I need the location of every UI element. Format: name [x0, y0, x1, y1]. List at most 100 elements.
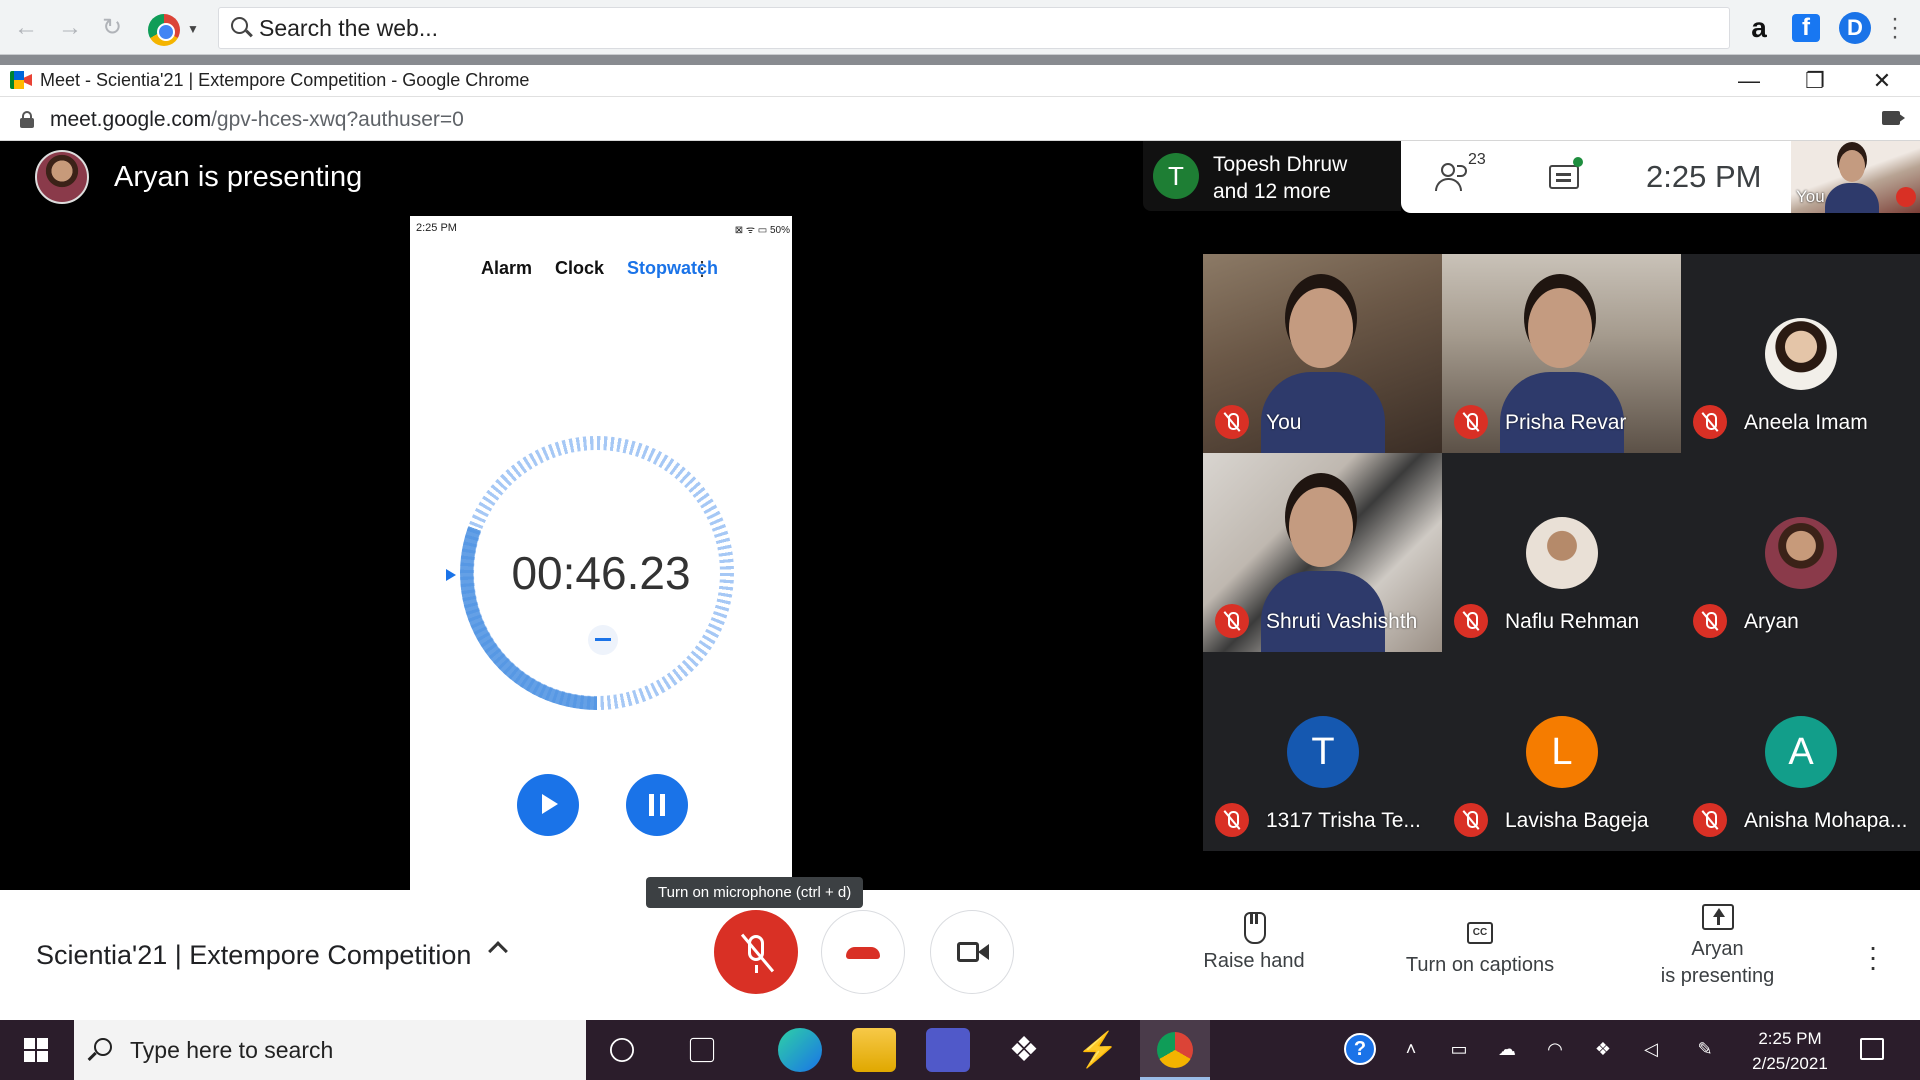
- participant-tile[interactable]: T 1317 Trisha Te...: [1203, 652, 1442, 851]
- microphone-toggle-button[interactable]: [714, 910, 798, 994]
- notifications-icon[interactable]: [1860, 1038, 1884, 1060]
- pen-icon[interactable]: ✎: [1693, 1038, 1717, 1060]
- avatar: A: [1765, 716, 1837, 788]
- participant-name: Shruti Vashishth: [1266, 610, 1418, 633]
- self-preview-label: You: [1796, 187, 1825, 206]
- participant-name: Lavisha Bageja: [1505, 809, 1649, 832]
- taskbar-clock[interactable]: 2:25 PM 2/25/2021: [1740, 1026, 1840, 1076]
- minimize-button[interactable]: —: [1729, 67, 1769, 95]
- participants-chip-line2: and 12 more: [1213, 180, 1331, 203]
- camera-icon: [957, 942, 979, 962]
- chrome-logo-icon[interactable]: [148, 14, 180, 46]
- profile-extension-icon[interactable]: D: [1839, 12, 1871, 44]
- reload-icon[interactable]: ↻: [98, 14, 126, 42]
- google-meet-favicon-icon: [10, 71, 32, 89]
- taskbar-date: 2/25/2021: [1752, 1054, 1828, 1073]
- participant-tile[interactable]: You: [1203, 254, 1442, 453]
- pause-button: [626, 774, 688, 836]
- meet-stage: Aryan is presenting T Topesh Dhruw and 1…: [0, 141, 1920, 892]
- captions-label: Turn on captions: [1405, 954, 1555, 976]
- url-text[interactable]: meet.google.com/gpv-hces-xwq?authuser=0: [50, 108, 464, 132]
- presenting-button[interactable]: Aryan is presenting: [1640, 904, 1795, 990]
- shared-screen: 2:25 PM ⊠ ᯤ ▭ 50% Alarm Clock Stopwatch …: [410, 216, 792, 892]
- participants-grid: You Prisha Revar Aneela Imam Shruti Vashish…: [1203, 254, 1920, 851]
- more-options-button[interactable]: · · ·: [1868, 933, 1878, 981]
- mic-off-icon: [1215, 803, 1249, 837]
- participants-chip-text: Topesh Dhruw and 12 more: [1213, 151, 1347, 205]
- volume-icon[interactable]: ◁: [1639, 1038, 1663, 1060]
- participant-tile[interactable]: Aryan: [1681, 453, 1920, 652]
- help-icon[interactable]: ?: [1344, 1033, 1376, 1065]
- participant-tile[interactable]: Aneela Imam: [1681, 254, 1920, 453]
- presenting-label-line2: is presenting: [1660, 965, 1775, 987]
- participant-name: Aneela Imam: [1744, 411, 1868, 434]
- participant-tile[interactable]: L Lavisha Bageja: [1442, 652, 1681, 851]
- mic-tooltip: Turn on microphone (ctrl + d): [646, 877, 864, 908]
- mic-off-icon: [1215, 405, 1249, 439]
- presenting-label-line1: Aryan: [1691, 938, 1744, 960]
- maximize-button[interactable]: ❐: [1795, 67, 1835, 95]
- facebook-extension-icon[interactable]: f: [1792, 14, 1820, 42]
- teams-icon[interactable]: [926, 1028, 970, 1072]
- captions-button[interactable]: CC Turn on captions: [1390, 910, 1570, 979]
- address-bar[interactable]: meet.google.com/gpv-hces-xwq?authuser=0: [0, 97, 1920, 141]
- mic-off-icon: [1693, 803, 1727, 837]
- avatar: [1765, 318, 1837, 390]
- url-path: /gpv-hces-xwq?authuser=0: [211, 108, 464, 131]
- camera-in-use-icon[interactable]: [1882, 111, 1905, 125]
- task-view-icon[interactable]: [689, 1037, 715, 1063]
- presenter-label: Aryan is presenting: [114, 161, 363, 193]
- participants-chip-line1: Topesh Dhruw: [1213, 153, 1348, 176]
- participants-chip[interactable]: T Topesh Dhruw and 12 more: [1143, 141, 1401, 211]
- participant-name: Anisha Mohapa...: [1744, 809, 1908, 832]
- chrome-taskbar-button[interactable]: [1140, 1020, 1210, 1080]
- mic-off-icon: [1693, 604, 1727, 638]
- participant-face: [1289, 487, 1353, 567]
- dropbox-tray-icon[interactable]: ❖: [1591, 1038, 1615, 1060]
- flag-button: [517, 774, 579, 836]
- mic-stem: [755, 965, 758, 973]
- chevron-up-icon[interactable]: ˄: [1399, 1038, 1423, 1060]
- web-search-box[interactable]: [218, 7, 1730, 49]
- taskbar-search[interactable]: [74, 1020, 586, 1080]
- forward-icon[interactable]: →: [56, 14, 84, 42]
- file-explorer-icon[interactable]: [852, 1028, 896, 1072]
- participant-tile[interactable]: A Anisha Mohapa...: [1681, 652, 1920, 851]
- camera-toggle-button[interactable]: [930, 910, 1014, 994]
- participant-tile[interactable]: Naflu Rehman: [1442, 453, 1681, 652]
- tab-clock: Clock: [555, 258, 605, 278]
- chevron-up-icon[interactable]: [488, 941, 508, 961]
- wifi-icon[interactable]: ◠: [1543, 1038, 1567, 1060]
- stopwatch-time: 00:46.23: [511, 547, 691, 599]
- meet-clock: 2:25 PM: [1646, 159, 1762, 194]
- taskbar-search-input[interactable]: [130, 1034, 550, 1066]
- lock-icon[interactable]: [20, 111, 34, 128]
- web-search-input[interactable]: [259, 12, 1659, 44]
- participant-tile[interactable]: Prisha Revar: [1442, 254, 1681, 453]
- start-button[interactable]: [0, 1020, 70, 1080]
- dropbox-icon[interactable]: ❖: [1002, 1028, 1046, 1072]
- avatar: T: [1287, 716, 1359, 788]
- vscode-icon[interactable]: ⚡: [1076, 1028, 1120, 1072]
- meeting-title[interactable]: Scientia'21 | Extempore Competition: [36, 940, 471, 971]
- participant-name: Prisha Revar: [1505, 411, 1627, 434]
- browser-toolbar: ← → ↻ ▼ a f D ···: [0, 0, 1920, 55]
- windows-logo-pane: [37, 1038, 48, 1049]
- battery-icon[interactable]: ▭: [1447, 1038, 1471, 1060]
- self-preview-tile[interactable]: You: [1791, 141, 1920, 213]
- browser-menu-icon[interactable]: · · ·: [1890, 7, 1900, 49]
- chat-icon[interactable]: [1549, 157, 1583, 189]
- tab-alarm: Alarm: [481, 258, 533, 278]
- chevron-down-icon[interactable]: ▼: [187, 22, 199, 36]
- raise-hand-button[interactable]: Raise hand: [1195, 910, 1313, 975]
- chrome-icon: [1157, 1032, 1193, 1068]
- cortana-icon[interactable]: [610, 1038, 634, 1062]
- edge-icon[interactable]: [778, 1028, 822, 1072]
- close-button[interactable]: ✕: [1862, 67, 1902, 95]
- back-icon[interactable]: ←: [12, 14, 40, 42]
- participant-tile[interactable]: Shruti Vashishth: [1203, 453, 1442, 652]
- onedrive-icon[interactable]: ☁: [1495, 1038, 1519, 1060]
- leave-call-button[interactable]: [821, 910, 905, 994]
- amazon-extension-icon[interactable]: a: [1745, 14, 1773, 42]
- hand-icon: [1241, 910, 1267, 944]
